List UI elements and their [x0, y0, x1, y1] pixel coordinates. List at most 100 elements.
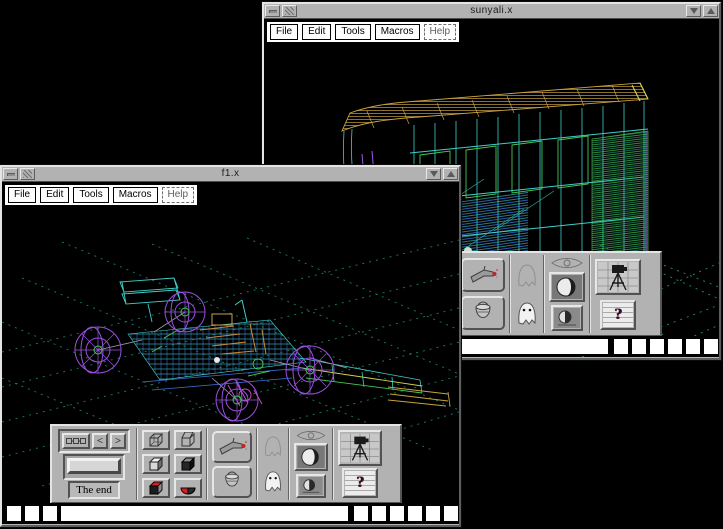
- menubar: File Edit Tools Macros Help: [5, 185, 197, 205]
- window-title: sunyali.x: [299, 5, 684, 17]
- loop-button[interactable]: [62, 433, 90, 449]
- frame-cell[interactable]: [632, 339, 646, 354]
- hatch-icon: [285, 7, 294, 15]
- frame-cell[interactable]: [25, 506, 39, 521]
- airbrush-button[interactable]: [461, 258, 505, 292]
- airbrush-button[interactable]: [212, 431, 252, 463]
- frame-cell[interactable]: [686, 339, 700, 354]
- misc-section: ?: [334, 426, 386, 502]
- paint-section: [457, 253, 509, 335]
- menu-edit-button[interactable]: Edit: [40, 187, 69, 203]
- preview-sphere-icon: [554, 308, 580, 328]
- chain-icon: [66, 437, 86, 445]
- frame-cell[interactable]: [650, 339, 664, 354]
- preview-render-button[interactable]: [551, 305, 583, 331]
- menu-macros-button[interactable]: Macros: [375, 24, 420, 40]
- minimize-button[interactable]: [426, 168, 441, 180]
- frame-cell[interactable]: [372, 506, 386, 521]
- dark-solid-mode-button[interactable]: [174, 454, 202, 474]
- menubar: File Edit Tools Macros Help: [267, 22, 459, 42]
- triangle-up-icon: [447, 171, 455, 177]
- menu-tools-button[interactable]: Tools: [335, 24, 370, 40]
- animation-status-label: The end: [68, 481, 120, 499]
- paint-section: [208, 426, 256, 502]
- window-close-button[interactable]: [20, 168, 35, 180]
- toolbar: < > The end: [50, 424, 402, 504]
- menu-tools-button[interactable]: Tools: [73, 187, 108, 203]
- hide-object-button[interactable]: [515, 260, 539, 291]
- shaded-sphere-icon: [297, 446, 325, 468]
- triangle-up-icon: [707, 8, 715, 14]
- ghost-outline-icon: [263, 433, 283, 457]
- roll-bar: [235, 300, 247, 322]
- camera-tripod-icon: [341, 433, 379, 463]
- menu-edit-button[interactable]: Edit: [302, 24, 331, 40]
- red-cube-icon: [147, 480, 165, 496]
- maximize-button[interactable]: [443, 168, 458, 180]
- window-menu-button[interactable]: [3, 168, 18, 180]
- ghost-outline-icon: [516, 261, 538, 287]
- help-button[interactable]: ?: [342, 468, 378, 498]
- frame-controls: < >: [58, 429, 130, 453]
- camera-button[interactable]: [595, 259, 641, 295]
- play-button-frame: [63, 454, 125, 480]
- timeline-bar[interactable]: [61, 506, 348, 521]
- show-object-button[interactable]: [515, 298, 539, 329]
- wireframe-cube-icon: [147, 432, 165, 448]
- prev-frame-button[interactable]: <: [92, 433, 108, 449]
- window-menu-button[interactable]: [265, 5, 280, 17]
- frame-cell[interactable]: [614, 339, 628, 354]
- hide-object-button[interactable]: [262, 432, 284, 461]
- frame-cell[interactable]: [668, 339, 682, 354]
- menu-macros-button[interactable]: Macros: [113, 187, 158, 203]
- shaded-render-button[interactable]: [549, 272, 585, 302]
- camera-button[interactable]: [338, 430, 382, 466]
- menu-help-button[interactable]: Help: [424, 24, 457, 40]
- open-cube-icon: [179, 432, 197, 448]
- help-icon: ?: [345, 471, 375, 495]
- solid-mode-button[interactable]: [142, 454, 170, 474]
- shaded-render-button[interactable]: [294, 443, 328, 471]
- window-close-button[interactable]: [282, 5, 297, 17]
- frame-cell[interactable]: [408, 506, 422, 521]
- ghost-section: [511, 253, 543, 335]
- dash-icon: [7, 173, 15, 176]
- wireframe-mode-button[interactable]: [142, 430, 170, 450]
- frame-cell[interactable]: [704, 339, 718, 354]
- hiddenline-mode-button[interactable]: [174, 430, 202, 450]
- maximize-button[interactable]: [703, 5, 718, 17]
- eye-icon: [295, 430, 327, 441]
- client-area: File Edit Tools Macros Help: [2, 182, 459, 524]
- shaded-sphere-icon: [552, 275, 582, 299]
- display-mode-grid: [142, 430, 202, 498]
- help-icon: ?: [603, 303, 633, 327]
- render-section: [545, 253, 589, 335]
- play-button[interactable]: [67, 458, 121, 474]
- airbrush-icon: [217, 436, 247, 458]
- frame-cell[interactable]: [43, 506, 57, 521]
- cut-cube-icon: [179, 480, 197, 496]
- show-object-button[interactable]: [262, 467, 284, 496]
- frame-cell[interactable]: [444, 506, 458, 521]
- frame-cell[interactable]: [426, 506, 440, 521]
- frame-cell[interactable]: [354, 506, 368, 521]
- menu-file-button[interactable]: File: [270, 24, 298, 40]
- frame-cell[interactable]: [7, 506, 21, 521]
- cutaway-mode-button[interactable]: [174, 478, 202, 498]
- bucket-button[interactable]: [461, 296, 505, 330]
- preview-render-button[interactable]: [296, 474, 326, 498]
- titlebar[interactable]: sunyali.x: [264, 4, 719, 19]
- menu-file-button[interactable]: File: [8, 187, 36, 203]
- display-mode-section: [138, 426, 206, 502]
- toolbar: ?: [455, 251, 662, 337]
- menu-help-button[interactable]: Help: [162, 187, 195, 203]
- next-frame-button[interactable]: >: [110, 433, 126, 449]
- minimize-button[interactable]: [686, 5, 701, 17]
- bucket-button[interactable]: [212, 466, 252, 498]
- help-button[interactable]: ?: [600, 300, 636, 330]
- frame-cell[interactable]: [390, 506, 404, 521]
- bucket-icon: [222, 471, 242, 493]
- material-mode-button[interactable]: [142, 478, 170, 498]
- titlebar[interactable]: f1.x: [2, 167, 459, 182]
- misc-section: ?: [591, 253, 645, 335]
